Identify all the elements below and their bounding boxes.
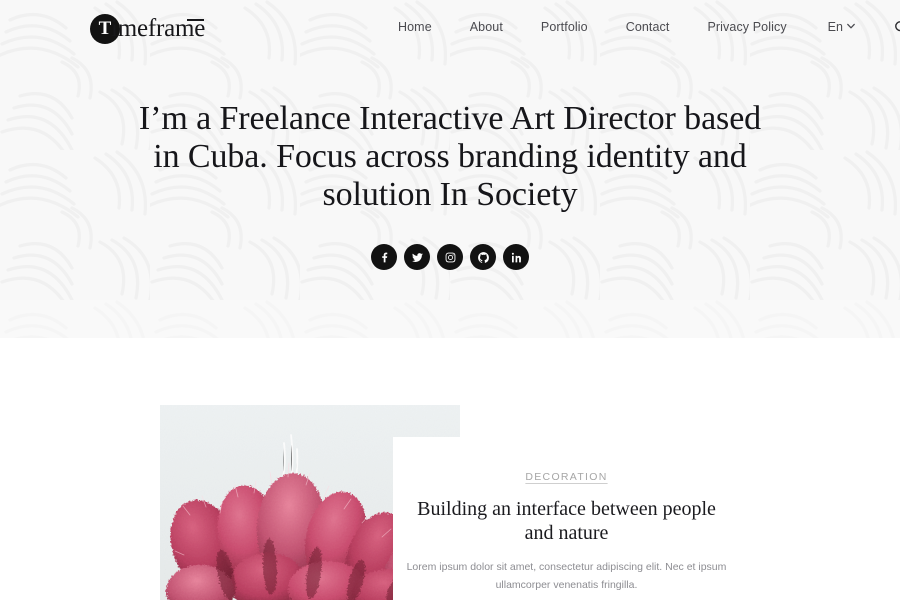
social-link-instagram[interactable] [437,244,463,270]
page-root: T imeframe Home About Portfolio Contact … [0,0,900,600]
main-navigation: Home About Portfolio Contact Privacy Pol… [390,18,900,36]
nav-item-privacy-policy[interactable]: Privacy Policy [688,18,805,36]
nav-item-about[interactable]: About [451,18,522,36]
language-selector-label: En [827,20,843,34]
social-links [371,244,529,270]
hero-section: T imeframe Home About Portfolio Contact … [0,0,900,338]
logo-overline-decoration [187,19,205,21]
post-excerpt: Lorem ipsum dolor sit amet, consectetur … [406,561,727,591]
chevron-down-icon [847,22,855,30]
site-header: T imeframe Home About Portfolio Contact … [0,0,900,56]
post-title[interactable]: Building an interface between people and… [393,497,740,545]
social-link-twitter[interactable] [404,244,430,270]
post-section: DECORATION Building an interface between… [0,338,900,600]
hero-title: I’m a Freelance Interactive Art Director… [138,100,762,213]
post-category-link[interactable]: DECORATION [525,471,607,483]
facebook-icon [381,252,387,262]
logo-badge-letter: T [98,17,112,39]
nav-item-home[interactable]: Home [390,18,451,36]
linkedin-icon [511,252,521,262]
search-icon[interactable] [893,18,900,36]
language-selector[interactable]: En [806,18,869,36]
social-link-linkedin[interactable] [503,244,529,270]
social-link-facebook[interactable] [371,244,397,270]
social-link-github[interactable] [470,244,496,270]
nav-item-contact[interactable]: Contact [607,18,689,36]
site-logo[interactable]: T imeframe [90,13,205,45]
twitter-icon [411,252,423,262]
post-card: DECORATION Building an interface between… [393,437,740,600]
logo-wordmark: imeframe [111,15,205,43]
instagram-icon [445,252,455,262]
github-icon [477,251,489,263]
nav-item-portfolio[interactable]: Portfolio [522,18,607,36]
